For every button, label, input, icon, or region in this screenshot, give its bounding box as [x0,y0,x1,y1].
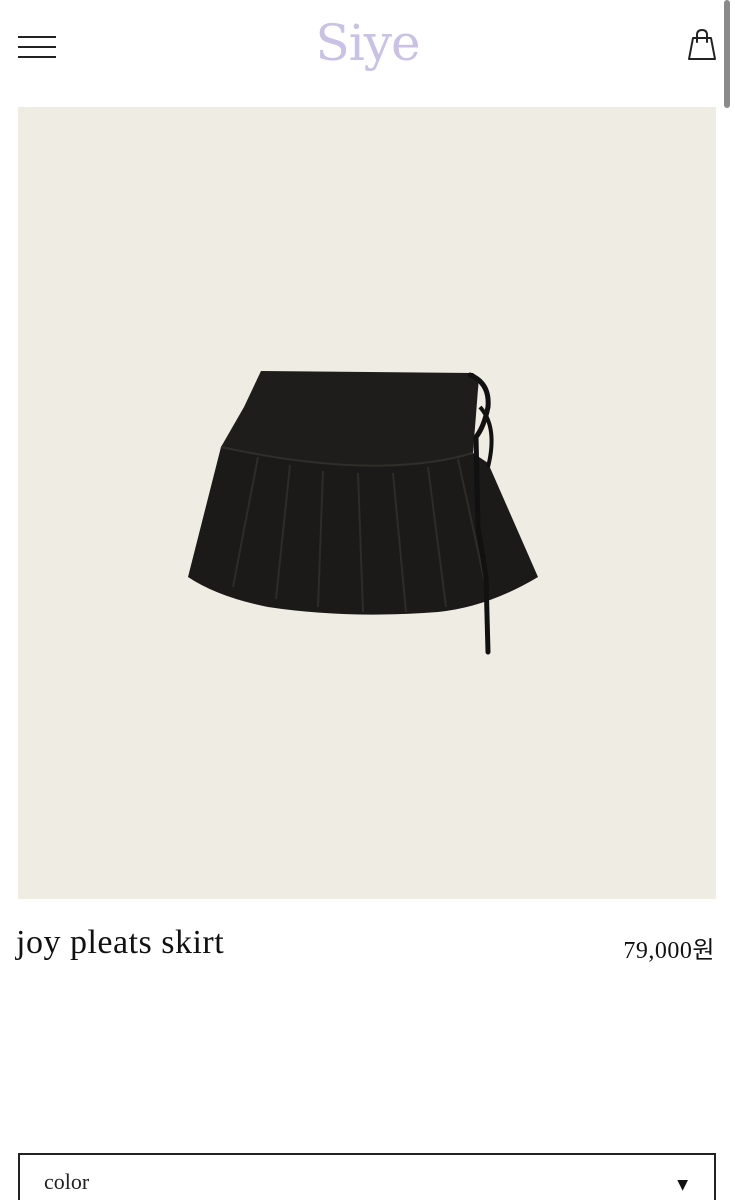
cart-button[interactable] [686,28,718,62]
product-price: 79,000원 [623,938,715,964]
page-scrollbar[interactable] [724,0,730,108]
product-image[interactable] [18,107,716,899]
product-page: Siye joy pleats skirt 79,000원 color ▼ [0,0,735,1200]
brand-logo[interactable]: Siye [0,14,735,72]
color-select[interactable]: color ▼ [18,1153,716,1200]
skirt-illustration [188,371,538,655]
product-name: joy pleats skirt [16,924,225,961]
triangle-down-icon: ▼ [677,1177,688,1193]
color-select-label: color [44,1169,90,1194]
top-header: Siye [0,0,735,108]
shopping-bag-icon [688,28,716,60]
